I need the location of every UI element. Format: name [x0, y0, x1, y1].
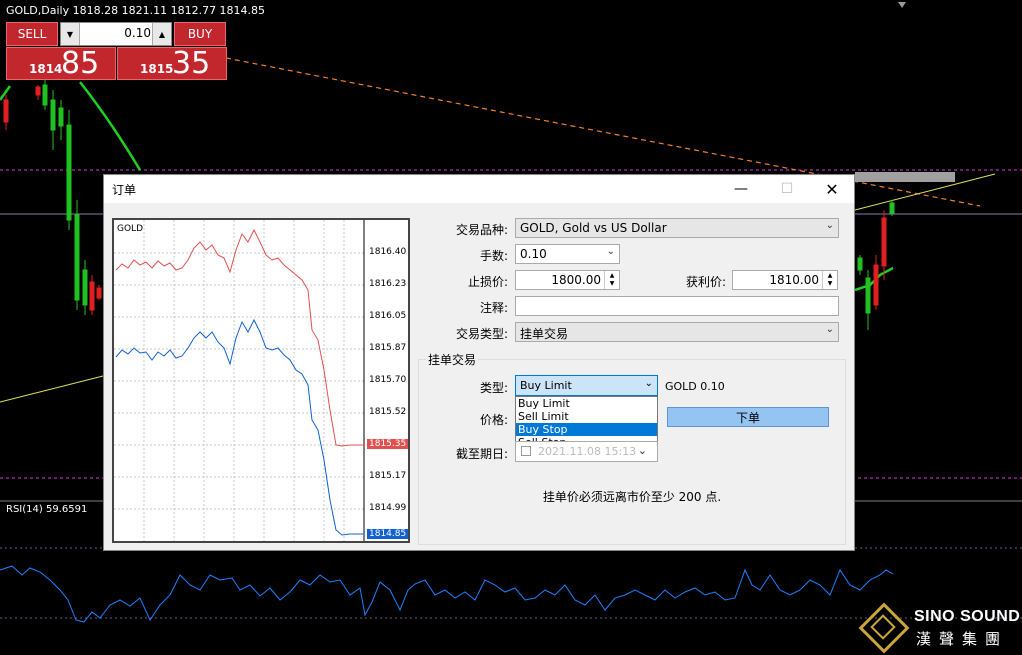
buy-button[interactable]: BUY [174, 22, 226, 46]
expiry-checkbox[interactable] [521, 446, 531, 456]
volume-value: 0.10 [520, 247, 547, 261]
take-profit-input[interactable]: 1810.00 ▲ ▼ [732, 270, 838, 290]
chevron-down-icon: ⌄ [644, 378, 653, 389]
pending-type-select[interactable]: Buy Limit ⌄ [515, 375, 658, 396]
tick-chart: GOLD 1816.40 1816.23 1816.05 1815.87 181… [112, 218, 410, 543]
close-icon[interactable]: ✕ [809, 175, 855, 203]
symbol-value: GOLD, Gold vs US Dollar [520, 221, 667, 235]
dialog-titlebar[interactable]: 订单 — ☐ ✕ [104, 175, 854, 203]
chevron-down-icon: ⌄ [825, 324, 834, 335]
symbol-select[interactable]: GOLD, Gold vs US Dollar ⌄ [515, 218, 839, 238]
bid-line [115, 318, 364, 536]
chevron-down-icon: ⌄ [637, 444, 647, 457]
pending-type-value: Buy Limit [520, 379, 572, 392]
pending-group-title: 挂单交易 [426, 351, 479, 368]
take-profit-label: 获利价: [685, 275, 726, 289]
option-buy-limit[interactable]: Buy Limit [516, 397, 657, 410]
price-tick: 1815.17 [369, 471, 407, 481]
price-tick: 1816.23 [369, 279, 407, 289]
decrease-lots-icon[interactable]: ▼ [61, 23, 80, 45]
ask-price-pips: 35 [172, 46, 211, 81]
buy-price[interactable]: 1815 35 [117, 46, 227, 81]
price-tick: 1816.40 [369, 247, 407, 257]
chevron-down-icon: ⌄ [606, 246, 615, 257]
ask-price-prefix: 1815 [140, 62, 174, 76]
spinner-icon[interactable]: ▲ ▼ [604, 271, 619, 289]
dialog-title: 订单 [112, 183, 137, 197]
comment-label: 注释: [479, 301, 508, 315]
stop-loss-label: 止损价: [467, 275, 508, 289]
tick-chart-svg [114, 220, 365, 541]
ask-price-tag: 1815.35 [367, 439, 409, 449]
price-tick: 1815.70 [369, 375, 407, 385]
logo-text: SINO SOUND [914, 608, 1021, 625]
volume-select[interactable]: 0.10 ⌄ [515, 244, 620, 264]
tick-chart-symbol: GOLD [117, 224, 144, 234]
sell-price[interactable]: 1814 85 [6, 46, 116, 81]
chevron-down-icon: ⌄ [825, 220, 834, 231]
comment-input[interactable] [515, 296, 839, 316]
expiry-label: 截至期日: [455, 447, 508, 461]
pending-summary: GOLD 0.10 [665, 380, 725, 393]
bid-price-tag: 1814.85 [367, 529, 409, 539]
option-buy-stop[interactable]: Buy Stop [516, 423, 657, 436]
logo-text-cn: 漢聲集團 [916, 630, 1009, 648]
one-click-trading-panel: SELL ▼ 0.10 ▲ BUY 1814 85 1815 35 [6, 22, 227, 81]
chart-symbol-info: GOLD,Daily 1818.28 1821.11 1812.77 1814.… [6, 4, 266, 17]
pending-note: 挂单价必须远离市价至少 200 点. [542, 490, 722, 504]
place-order-button[interactable]: 下单 [667, 407, 829, 427]
price-tick: 1816.05 [369, 311, 407, 321]
order-type-value: 挂单交易 [520, 327, 569, 341]
minimize-icon[interactable]: — [718, 175, 764, 203]
bid-price-prefix: 1814 [29, 62, 63, 76]
order-dialog: 订单 — ☐ ✕ GOLD 1816.40 1816.23 1816.05 18… [103, 174, 855, 551]
pending-type-label: 类型: [479, 381, 508, 395]
symbol-label: 交易品种: [455, 223, 508, 237]
expiry-value: 2021.11.08 15:13 [538, 445, 637, 458]
sell-button[interactable]: SELL [6, 22, 58, 46]
lots-input[interactable]: ▼ 0.10 ▲ [60, 22, 172, 46]
increase-lots-icon[interactable]: ▲ [152, 23, 171, 45]
price-tick: 1815.52 [369, 407, 407, 417]
volume-label: 手数: [479, 249, 508, 263]
price-tick: 1814.99 [369, 503, 407, 513]
order-type-label: 交易类型: [455, 327, 508, 341]
bid-price-pips: 85 [61, 46, 100, 81]
order-type-select[interactable]: 挂单交易 ⌄ [515, 322, 839, 342]
option-sell-limit[interactable]: Sell Limit [516, 410, 657, 423]
stop-loss-input[interactable]: 1800.00 ▲ ▼ [515, 270, 620, 290]
maximize-icon[interactable]: ☐ [764, 175, 810, 203]
price-tick: 1815.87 [369, 343, 407, 353]
price-label: 价格: [479, 413, 508, 427]
rsi-indicator-label: RSI(14) 59.6591 [6, 504, 88, 515]
lots-value[interactable]: 0.10 [81, 26, 151, 40]
ask-line [115, 228, 364, 447]
sino-sound-logo: SINO SOUND 漢聲集團 [858, 602, 1022, 654]
take-profit-value: 1810.00 [769, 273, 819, 287]
spinner-icon[interactable]: ▲ ▼ [822, 271, 837, 289]
stop-loss-value: 1800.00 [551, 273, 601, 287]
expiry-input[interactable]: 2021.11.08 15:13 ⌄ [515, 441, 658, 462]
